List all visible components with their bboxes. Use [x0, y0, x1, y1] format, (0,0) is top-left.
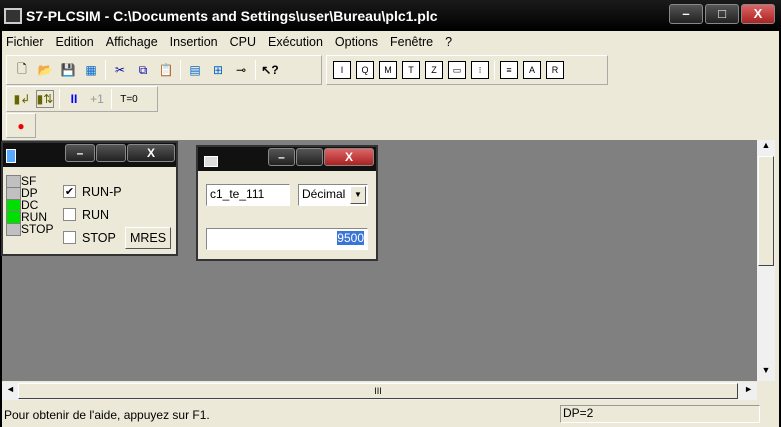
save-icon[interactable]: 💾: [59, 61, 77, 79]
insert-variable-icon[interactable]: ▭: [448, 61, 466, 79]
variable-window-titlebar[interactable]: – X: [198, 147, 376, 171]
mode-label: RUN: [82, 207, 110, 222]
menu-affichage[interactable]: Affichage: [106, 35, 158, 49]
copy-icon[interactable]: ⧉: [134, 61, 152, 79]
insert-memory-icon[interactable]: M: [379, 61, 397, 79]
horizontal-scrollbar[interactable]: ◄ III ►: [2, 382, 757, 400]
dropdown-arrow-icon[interactable]: ▼: [350, 186, 366, 204]
separator: [180, 60, 181, 80]
record-icon[interactable]: ●: [13, 117, 29, 135]
stop-checkbox[interactable]: [63, 231, 76, 244]
var-close-button[interactable]: X: [324, 148, 374, 166]
menu-bar: Fichier Edition Affichage Insertion CPU …: [2, 31, 464, 53]
insert-timer-icon[interactable]: T: [402, 61, 420, 79]
record-toolbar: ●: [6, 113, 36, 138]
vertical-scroll-thumb[interactable]: [758, 156, 774, 266]
insert-vertical-bits-icon[interactable]: ⁝: [471, 61, 489, 79]
menu-help[interactable]: ?: [445, 35, 452, 49]
window-title: S7-PLCSIM - C:\Documents and Settings\us…: [26, 7, 438, 24]
mode-label: STOP: [82, 230, 116, 245]
scroll-down-arrow[interactable]: ▼: [757, 365, 775, 381]
paste-icon[interactable]: 📋: [157, 61, 175, 79]
insert-stack-icon[interactable]: ≡: [500, 61, 518, 79]
insert-toolbar: I Q M T Z ▭ ⁝ ≡ A R: [326, 55, 608, 85]
pause-button[interactable]: II: [65, 90, 83, 108]
cpu-maximize-button[interactable]: [96, 144, 126, 162]
reset-timers-button[interactable]: T=0: [117, 90, 141, 108]
cpu-minimize-button[interactable]: –: [65, 144, 95, 162]
pin-icon[interactable]: ⊸: [232, 61, 250, 79]
minimize-button[interactable]: –: [669, 4, 703, 24]
title-bar: S7-PLCSIM - C:\Documents and Settings\us…: [0, 0, 781, 31]
cpu-window-titlebar[interactable]: – X: [3, 143, 176, 167]
led-indicator: [6, 222, 21, 236]
cpu-mode-panel: ✔ RUN-P RUN STOP: [63, 180, 122, 249]
status-bar: Pour obtenir de l'aide, appuyez sur F1. …: [2, 403, 779, 427]
format-value: Décimal: [302, 187, 346, 201]
cpu-icon: [6, 149, 16, 163]
continuous-scan-icon[interactable]: ▮⇅: [36, 90, 54, 108]
scroll-right-arrow[interactable]: ►: [744, 384, 753, 394]
menu-edition[interactable]: Edition: [56, 35, 94, 49]
separator: [111, 89, 112, 109]
separator: [105, 60, 106, 80]
app-icon: [4, 7, 22, 24]
menu-cpu[interactable]: CPU: [230, 35, 256, 49]
cpu-led-panel: SF DP DC RUN STOP: [6, 174, 54, 236]
value-text: 9500: [337, 231, 364, 245]
vertical-scrollbar[interactable]: ▲ ▼: [757, 140, 775, 381]
standard-toolbar: 🗋 📂 💾 ▦ ✂ ⧉ 📋 ▤ ⊞ ⊸ ↖?: [6, 55, 322, 85]
next-scan-button[interactable]: +1: [88, 90, 106, 108]
scroll-up-arrow[interactable]: ▲: [757, 140, 775, 156]
mode-stop[interactable]: STOP: [63, 226, 122, 249]
menu-insertion[interactable]: Insertion: [170, 35, 218, 49]
context-help-icon[interactable]: ↖?: [261, 61, 279, 79]
cut-icon[interactable]: ✂: [111, 61, 129, 79]
insert-output-icon[interactable]: Q: [356, 61, 374, 79]
menu-fenetre[interactable]: Fenêtre: [390, 35, 433, 49]
insert-input-icon[interactable]: I: [333, 61, 351, 79]
menu-execution[interactable]: Exécution: [268, 35, 323, 49]
execution-toolbar: ▮↲ ▮⇅ II +1 T=0: [6, 86, 158, 112]
maximize-button[interactable]: □: [705, 4, 739, 24]
variable-icon: [204, 156, 218, 167]
cascade-icon[interactable]: ▤: [186, 61, 204, 79]
insert-register-icon[interactable]: R: [546, 61, 564, 79]
led-stop: STOP: [6, 222, 54, 236]
scroll-grip: III: [374, 386, 382, 396]
scroll-left-arrow[interactable]: ◄: [6, 384, 15, 394]
mode-run-p[interactable]: ✔ RUN-P: [63, 180, 122, 203]
single-scan-icon[interactable]: ▮↲: [13, 90, 31, 108]
insert-counter-icon[interactable]: Z: [425, 61, 443, 79]
led-label: STOP: [21, 222, 54, 236]
status-help-text: Pour obtenir de l'aide, appuyez sur F1.: [4, 408, 210, 422]
insert-accumulator-icon[interactable]: A: [523, 61, 541, 79]
mres-button[interactable]: MRES: [125, 227, 171, 249]
cpu-window: – X SF DP DC RUN STOP ✔ RUN-P RUN STOP MR…: [1, 141, 178, 256]
variable-window: – X c1_te_111 Décimal ▼ 9500: [196, 145, 378, 261]
network-icon[interactable]: ▦: [82, 61, 100, 79]
run-checkbox[interactable]: [63, 208, 76, 221]
run-p-checkbox[interactable]: ✔: [63, 185, 76, 198]
mode-label: RUN-P: [82, 184, 122, 199]
status-dp: DP=2: [560, 405, 760, 423]
value-input[interactable]: 9500: [206, 228, 368, 250]
cpu-close-button[interactable]: X: [127, 144, 175, 162]
var-maximize-button[interactable]: [296, 148, 323, 166]
format-select[interactable]: Décimal ▼: [298, 184, 368, 206]
menu-fichier[interactable]: Fichier: [6, 35, 44, 49]
mode-run[interactable]: RUN: [63, 203, 122, 226]
separator: [59, 89, 60, 109]
separator: [255, 60, 256, 80]
horizontal-scroll-thumb[interactable]: III: [18, 383, 738, 399]
address-input[interactable]: c1_te_111: [206, 184, 290, 206]
var-minimize-button[interactable]: –: [268, 148, 295, 166]
new-icon[interactable]: 🗋: [13, 61, 31, 79]
separator: [494, 60, 495, 80]
tile-icon[interactable]: ⊞: [209, 61, 227, 79]
close-button[interactable]: X: [741, 4, 775, 24]
open-icon[interactable]: 📂: [36, 61, 54, 79]
menu-options[interactable]: Options: [335, 35, 378, 49]
